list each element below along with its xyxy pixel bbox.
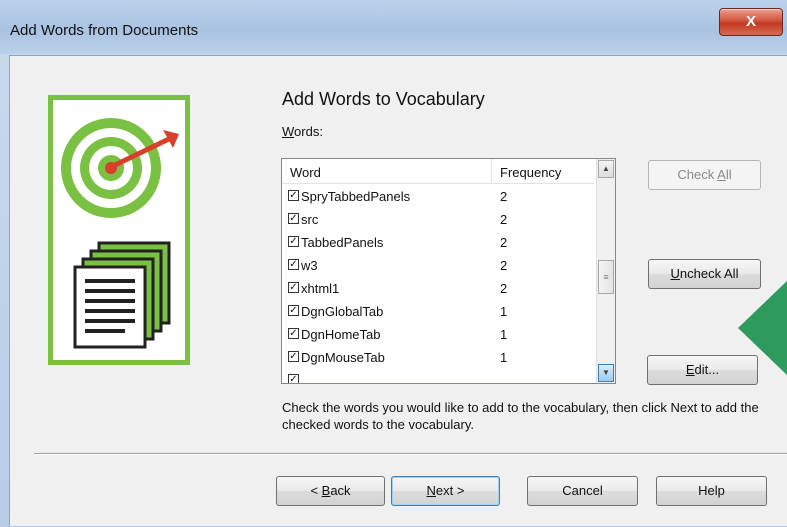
list-row[interactable]: ✓ xhtml1 2 xyxy=(282,277,594,300)
column-separator[interactable] xyxy=(491,159,492,183)
checkbox-icon[interactable]: ✓ xyxy=(288,328,299,339)
frequency-cell: 1 xyxy=(500,327,508,342)
documents-icon xyxy=(73,241,171,349)
word-cell: xhtml1 xyxy=(301,281,340,296)
frequency-cell: 2 xyxy=(500,281,508,296)
frequency-cell: 1 xyxy=(500,350,508,365)
window-title: Add Words from Documents xyxy=(10,22,199,39)
frequency-cell: 2 xyxy=(500,258,508,273)
list-row[interactable]: ✓ SpryTabbedPanels 2 xyxy=(282,185,594,208)
cancel-button[interactable]: Cancel xyxy=(527,476,638,506)
scroll-down-icon[interactable]: ▼ xyxy=(598,364,614,382)
scroll-up-icon[interactable]: ▲ xyxy=(598,160,614,178)
footer-separator xyxy=(34,453,787,455)
instruction-text: Check the words you would like to add to… xyxy=(282,400,759,432)
scroll-thumb[interactable]: ≡ xyxy=(598,260,614,294)
dialog-window: Add Words from Documents X Add Words to … xyxy=(0,0,787,527)
word-list[interactable]: Word Frequency ✓ SpryTabbedPanels 2 ✓ src 2 … xyxy=(281,158,616,384)
word-cell: DgnHomeTab xyxy=(301,327,381,342)
frequency-cell: 2 xyxy=(500,212,508,227)
check-all-button[interactable]: Check All xyxy=(648,160,761,190)
uncheck-all-post: ncheck All xyxy=(679,266,739,281)
words-label-mnemonic: W xyxy=(282,124,295,139)
checkbox-icon[interactable]: ✓ xyxy=(288,190,299,201)
illustration xyxy=(48,95,190,365)
back-pre: < xyxy=(310,483,322,498)
list-row[interactable]: ✓ DgnHomeTab 1 xyxy=(282,323,594,346)
checkbox-icon[interactable]: ✓ xyxy=(288,213,299,224)
next-mnemonic: N xyxy=(426,483,436,498)
checkbox-icon[interactable]: ✓ xyxy=(288,259,299,270)
list-row[interactable]: ✓ w3 2 xyxy=(282,254,594,277)
back-post: ack xyxy=(330,483,351,498)
check-all-post: ll xyxy=(725,167,732,182)
edit-post: dit... xyxy=(694,362,720,377)
list-scrollbar[interactable]: ▲ ≡ ▼ xyxy=(596,159,615,383)
word-cell: src xyxy=(301,212,319,227)
list-row[interactable]: ✓ src 2 xyxy=(282,208,594,231)
frequency-cell: 2 xyxy=(500,235,508,250)
uncheck-all-mnemonic: U xyxy=(670,266,680,281)
words-label: Words: xyxy=(282,124,323,139)
check-all-mnemonic: A xyxy=(717,167,726,182)
check-all-pre: Check xyxy=(677,167,718,182)
checkbox-icon[interactable]: ✓ xyxy=(288,374,299,383)
list-row-partial[interactable]: ✓ xyxy=(282,369,594,383)
next-button[interactable]: Next > xyxy=(391,476,500,506)
checkbox-icon[interactable]: ✓ xyxy=(288,236,299,247)
word-cell: SpryTabbedPanels xyxy=(301,189,411,204)
list-row[interactable]: ✓ DgnGlobalTab 1 xyxy=(282,300,594,323)
words-label-rest: ords: xyxy=(294,124,323,139)
list-row[interactable]: ✓ TabbedPanels 2 xyxy=(282,231,594,254)
back-button[interactable]: < Back xyxy=(276,476,385,506)
column-header-frequency[interactable]: Frequency xyxy=(500,165,561,180)
edit-mnemonic: E xyxy=(685,362,695,377)
close-button[interactable]: X xyxy=(719,8,783,36)
checkbox-icon[interactable]: ✓ xyxy=(288,305,299,316)
frequency-cell: 2 xyxy=(500,189,508,204)
list-row[interactable]: ✓ DgnMouseTab 1 xyxy=(282,346,594,369)
page-heading: Add Words to Vocabulary xyxy=(282,89,485,109)
column-header-word[interactable]: Word xyxy=(290,165,321,180)
checkbox-icon[interactable]: ✓ xyxy=(288,351,299,362)
word-cell: DgnMouseTab xyxy=(301,350,385,365)
pointer-marker xyxy=(738,280,787,376)
title-bar[interactable]: Add Words from Documents X xyxy=(0,0,787,54)
dialog-body: Add Words to Vocabulary Words: Word Freq… xyxy=(9,55,787,526)
checkbox-icon[interactable]: ✓ xyxy=(288,282,299,293)
next-post: ext > xyxy=(435,483,465,498)
word-cell: w3 xyxy=(301,258,318,273)
word-cell: TabbedPanels xyxy=(301,235,384,250)
help-button[interactable]: Help xyxy=(656,476,767,506)
word-cell: DgnGlobalTab xyxy=(301,304,384,319)
frequency-cell: 1 xyxy=(500,304,508,319)
list-header: Word Frequency xyxy=(282,159,594,184)
